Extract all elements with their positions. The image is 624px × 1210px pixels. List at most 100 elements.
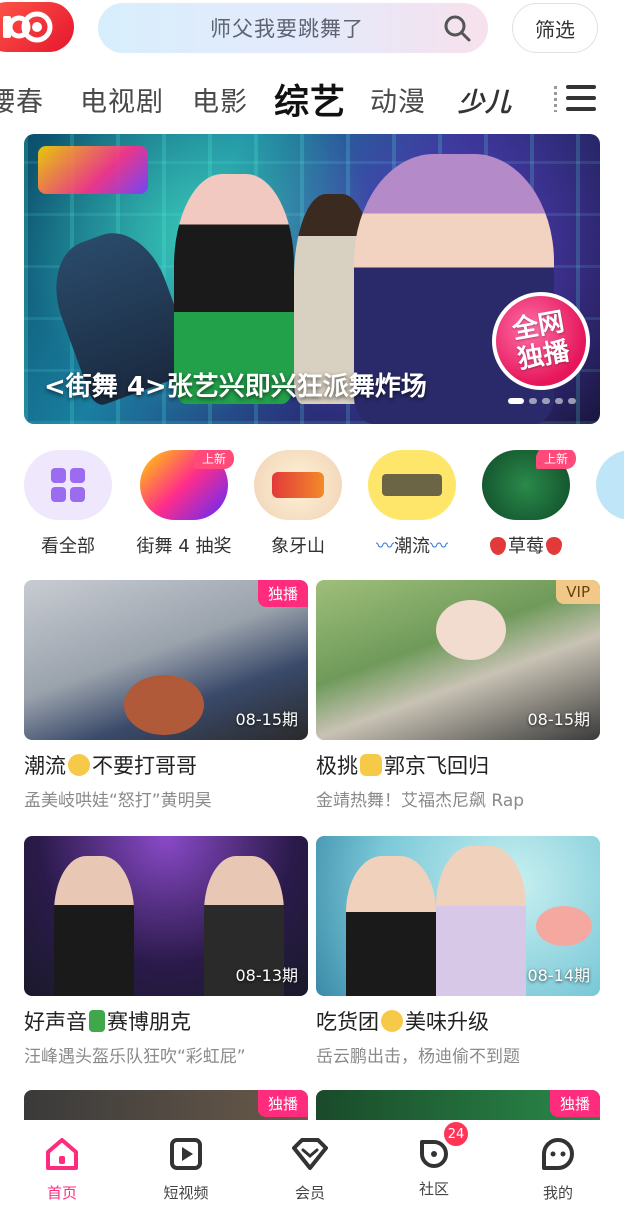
exclusive-badge: 独播 xyxy=(257,580,308,607)
card-subtitle: 孟美岐哄娃“怒打”黄明昊 xyxy=(24,791,212,811)
carousel-dot[interactable] xyxy=(555,398,563,404)
thumb-figure xyxy=(124,675,204,735)
video-thumbnail: 08-14期 xyxy=(316,836,600,996)
profile-icon xyxy=(542,1138,574,1170)
title-part: 不要打哥哥 xyxy=(92,754,197,778)
nav-community[interactable]: 24 社区 xyxy=(372,1120,496,1199)
banner-caption: <街舞 4>张艺兴即兴狂派舞炸场 xyxy=(44,372,427,402)
shortcut-label: 街舞 4 抽奖 xyxy=(136,536,232,557)
show-thumb xyxy=(368,450,456,520)
card-subtitle: 岳云鹏出击，杨迪偷不到题 xyxy=(316,1047,520,1067)
shortcut-strawberry[interactable]: 上新 草莓 xyxy=(472,450,580,558)
title-part: 赛博朋克 xyxy=(107,1010,191,1034)
carousel-dot[interactable] xyxy=(568,398,576,404)
app-logo[interactable] xyxy=(0,2,74,52)
episode-label: 08-15期 xyxy=(235,710,299,729)
shortcut-label: 象牙山 xyxy=(271,536,325,557)
vip-badge: VIP xyxy=(556,580,600,604)
shortcut-partial[interactable] xyxy=(586,450,624,520)
card-subtitle: 汪峰遇头盔乐队狂吹“彩虹屁” xyxy=(24,1047,246,1067)
shortcut-row: 看全部 上新 街舞 4 抽奖 象牙山 〰潮流〰 上新 草莓 xyxy=(0,450,624,560)
nav-vip[interactable]: 会员 xyxy=(248,1134,372,1203)
video-card[interactable]: 08-13期 好声音 赛博朋克 汪峰遇头盔乐队狂吹“彩虹屁” xyxy=(24,836,308,1067)
nav-label: 首页 xyxy=(46,1184,77,1202)
carousel-dots[interactable] xyxy=(508,398,576,404)
search-icon[interactable] xyxy=(442,13,472,43)
title-part: 吃货团 xyxy=(316,1010,379,1034)
title-part: 郭京飞回归 xyxy=(384,754,489,778)
show-thumb xyxy=(596,450,624,520)
title-part: 潮流 xyxy=(24,754,66,778)
filter-button[interactable]: 筛选 xyxy=(512,3,598,53)
shortcut-label: 看全部 xyxy=(41,536,95,557)
notification-badge: 24 xyxy=(442,1120,470,1148)
thumbs-up-emoji-icon xyxy=(360,754,382,776)
shortcut-label: 草莓 xyxy=(508,536,544,557)
nav-short-video[interactable]: 短视频 xyxy=(124,1134,248,1203)
peach-bun-icon xyxy=(536,906,592,946)
tab-kids[interactable]: 少儿 xyxy=(458,82,512,119)
shortcut-street-dance[interactable]: 上新 街舞 4 抽奖 xyxy=(130,450,238,558)
carousel-dot[interactable] xyxy=(542,398,550,404)
tabs-fade xyxy=(510,70,560,128)
shortcut-label-wrap: 草莓 xyxy=(472,532,580,558)
top-bar: 师父我要跳舞了 筛选 xyxy=(0,0,624,58)
show-logo xyxy=(38,146,148,194)
title-part: 美味升级 xyxy=(405,1010,489,1034)
shortcut-label: 潮流 xyxy=(394,536,430,557)
episode-label: 08-14期 xyxy=(527,966,591,985)
thumb-figure xyxy=(54,856,134,996)
menu-icon[interactable] xyxy=(566,85,596,113)
episode-label: 08-15期 xyxy=(527,710,591,729)
strawberry-icon xyxy=(546,537,562,555)
home-icon xyxy=(46,1138,78,1170)
nav-label: 会员 xyxy=(294,1184,325,1202)
video-card[interactable]: 08-14期 吃货团 美味升级 岳云鹏出击，杨迪偷不到题 xyxy=(316,836,600,1067)
diamond-icon xyxy=(292,1138,328,1170)
shortcut-label-wrap: 〰潮流〰 xyxy=(358,532,466,558)
tab-movies[interactable]: 电影 xyxy=(192,80,248,119)
play-icon xyxy=(170,1138,202,1170)
card-subtitle: 金靖热舞！艾福杰尼飙 Rap xyxy=(316,791,525,811)
thumb-figure xyxy=(346,856,436,996)
card-title: 好声音 赛博朋克 xyxy=(24,1006,308,1036)
exclusive-badge: 独播 xyxy=(549,1090,600,1117)
wave-icon: 〰 xyxy=(376,536,394,557)
card-title: 潮流 不要打哥哥 xyxy=(24,750,308,780)
nav-profile[interactable]: 我的 xyxy=(496,1134,620,1203)
video-thumbnail: 08-13期 xyxy=(24,836,308,996)
category-tabs: 䁏春 电视剧 电影 综艺 动漫 少儿 xyxy=(0,70,624,128)
title-part: 好声音 xyxy=(24,1010,87,1034)
tab-anime[interactable]: 动漫 xyxy=(370,80,426,119)
thumb-figure xyxy=(436,846,526,996)
pleading-face-emoji-icon xyxy=(68,754,90,776)
nav-home[interactable]: 首页 xyxy=(0,1134,124,1203)
new-badge: 上新 xyxy=(193,450,234,469)
yummy-face-emoji-icon xyxy=(381,1010,403,1032)
search-bar[interactable]: 师父我要跳舞了 xyxy=(98,3,488,53)
new-badge: 上新 xyxy=(535,450,576,469)
bottom-navigation: 首页 短视频 会员 24 社区 我的 xyxy=(0,1120,624,1210)
strawberry-icon xyxy=(490,537,506,555)
shortcut-xiangyashan[interactable]: 象牙山 xyxy=(244,450,352,558)
thumb-figure xyxy=(436,600,506,660)
nav-label: 我的 xyxy=(542,1184,573,1202)
tab-tv-series[interactable]: 电视剧 xyxy=(80,80,164,119)
episode-label: 08-13期 xyxy=(235,966,299,985)
shortcut-trend[interactable]: 〰潮流〰 xyxy=(358,450,466,558)
tab-variety[interactable]: 综艺 xyxy=(274,74,346,125)
video-card[interactable]: VIP 08-15期 极挑 郭京飞回归 金靖热舞！艾福杰尼飙 Rap xyxy=(316,580,600,811)
video-card[interactable]: 独播 08-15期 潮流 不要打哥哥 孟美岐哄娃“怒打”黄明昊 xyxy=(24,580,308,811)
carousel-dot[interactable] xyxy=(508,398,524,404)
carousel-dot[interactable] xyxy=(529,398,537,404)
tabs-separator xyxy=(554,86,557,112)
card-title: 极挑 郭京飞回归 xyxy=(316,750,600,780)
search-placeholder: 师父我要跳舞了 xyxy=(210,17,364,41)
shortcut-view-all[interactable]: 看全部 xyxy=(14,450,122,558)
community-icon-wrap: 24 xyxy=(414,1120,470,1174)
mango-logo-icon xyxy=(3,11,53,43)
show-logo-shape xyxy=(272,472,324,498)
exclusive-badge: 独播 xyxy=(257,1090,308,1117)
hero-banner[interactable]: 全网 独播 <街舞 4>张艺兴即兴狂派舞炸场 xyxy=(24,134,600,424)
tab-partial[interactable]: 䁏春 xyxy=(0,80,44,119)
